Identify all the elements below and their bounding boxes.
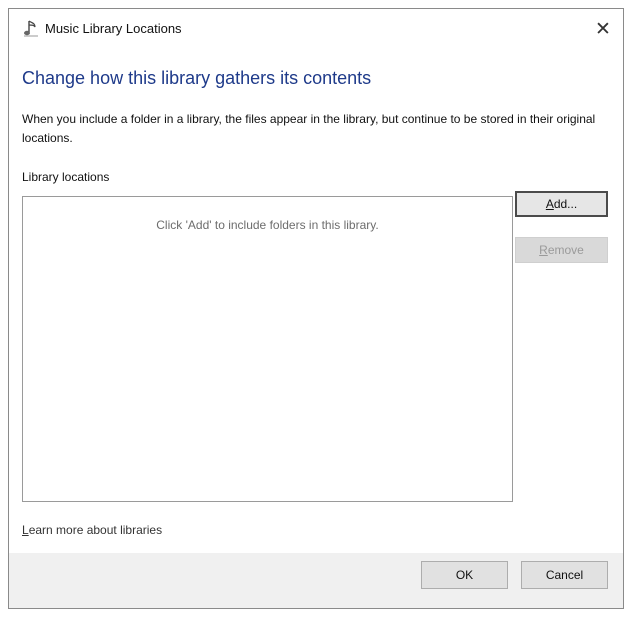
add-button[interactable]: Add...	[515, 191, 608, 217]
close-button[interactable]: ✕	[587, 13, 619, 45]
add-accesskey: A	[545, 197, 554, 211]
remove-accesskey: R	[539, 243, 548, 257]
ok-button[interactable]: OK	[421, 561, 508, 589]
music-note-icon	[24, 20, 38, 37]
empty-list-message: Click 'Add' to include folders in this l…	[156, 218, 379, 232]
learn-more-link[interactable]: Learn more about libraries	[22, 523, 162, 537]
remove-button[interactable]: Remove	[515, 237, 608, 263]
learn-more-accesskey: L	[22, 523, 29, 537]
page-heading: Change how this library gathers its cont…	[22, 68, 372, 88]
learn-more-rest: earn more about libraries	[28, 523, 163, 537]
add-label-rest: dd...	[553, 197, 578, 211]
cancel-button[interactable]: Cancel	[521, 561, 608, 589]
window-title: Music Library Locations	[45, 21, 182, 36]
title-bar: Music Library Locations ✕	[9, 9, 623, 49]
remove-label-rest: emove	[547, 243, 584, 257]
library-locations-label: Library locations	[22, 170, 110, 184]
cancel-label: Cancel	[545, 568, 584, 582]
library-locations-dialog: Music Library Locations ✕ Change how thi…	[8, 8, 624, 609]
library-locations-list[interactable]: Click 'Add' to include folders in this l…	[22, 196, 513, 502]
close-icon: ✕	[595, 18, 611, 40]
description-text: When you include a folder in a library, …	[22, 112, 596, 145]
ok-label: OK	[455, 568, 474, 582]
